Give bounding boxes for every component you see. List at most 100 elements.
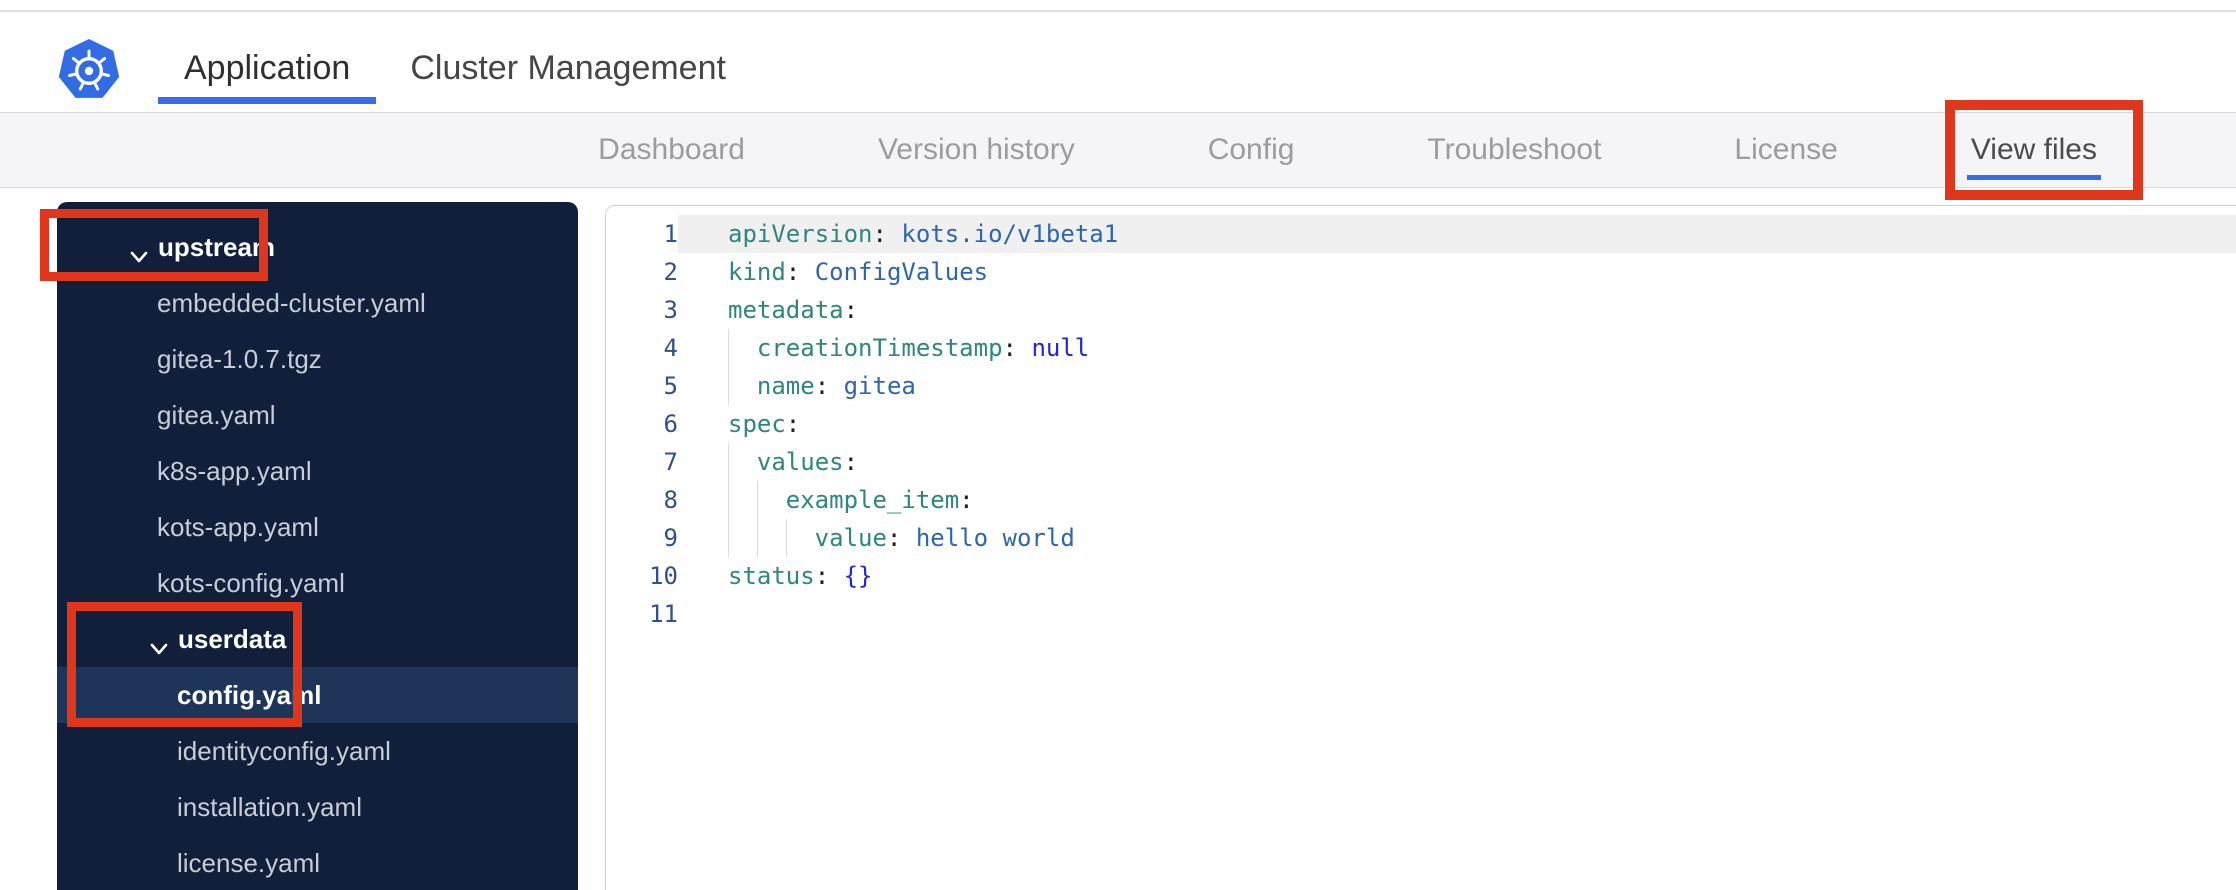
code-line: 6 spec: xyxy=(606,405,2236,443)
code-line: 3 metadata: xyxy=(606,291,2236,329)
line-number: 2 xyxy=(663,258,678,286)
line-number: 4 xyxy=(663,334,678,362)
indent-guide xyxy=(728,519,757,557)
token-punc: : xyxy=(814,372,830,400)
file-label: license.yaml xyxy=(177,847,321,878)
nav-tab-config[interactable]: Config xyxy=(1200,113,1303,187)
nav-tab-license[interactable]: License xyxy=(1726,113,1845,187)
line-content: values: xyxy=(678,443,2236,481)
line-content xyxy=(678,595,2236,633)
token-str: gitea xyxy=(843,372,916,400)
token-key: kind xyxy=(728,258,786,286)
folder-label: upstream xyxy=(158,231,276,262)
file-label: identityconfig.yaml xyxy=(177,735,391,766)
code-line: 1 apiVersion: kots.io/v1beta1 xyxy=(606,215,2236,253)
code-line: 5 name: gitea xyxy=(606,367,2236,405)
file-viewer-panel[interactable]: 1 apiVersion: kots.io/v1beta1 2 kind: Confi… xyxy=(605,205,2236,890)
file-label: gitea-1.0.7.tgz xyxy=(157,343,322,374)
token-str: ConfigValues xyxy=(814,258,989,286)
app-subnav: Dashboard Version history Config Troublesho… xyxy=(0,112,2236,188)
line-number: 1 xyxy=(663,220,678,248)
token-punc: : xyxy=(785,410,801,438)
code-line: 4 creationTimestamp: null xyxy=(606,329,2236,367)
chevron-down-icon xyxy=(129,240,149,263)
token-key: metadata xyxy=(728,296,844,324)
token-punc: : xyxy=(843,296,859,324)
file-label: embedded-cluster.yaml xyxy=(157,287,426,318)
nav-tab-view-files[interactable]: View files xyxy=(1963,113,2105,187)
file-label: gitea.yaml xyxy=(157,399,276,430)
nav-tab-version-history[interactable]: Version history xyxy=(870,113,1083,187)
indent-guide xyxy=(786,519,815,557)
indent-guide xyxy=(728,329,757,367)
code-line: 11 xyxy=(606,595,2236,633)
tree-item-embedded-cluster-yaml[interactable]: embedded-cluster.yaml xyxy=(57,275,578,331)
tree-item-gitea-yaml[interactable]: gitea.yaml xyxy=(57,387,578,443)
line-number: 9 xyxy=(663,524,678,552)
token-key: example_item xyxy=(785,486,960,514)
nav-tab-troubleshoot[interactable]: Troubleshoot xyxy=(1419,113,1609,187)
indent-guide xyxy=(728,443,757,481)
line-content: example_item: xyxy=(678,481,2236,519)
top-bar: Application Cluster Management xyxy=(0,12,2236,112)
tree-item-upstream[interactable]: upstream xyxy=(57,219,578,275)
tree-item-gitea-1-0-7-tgz[interactable]: gitea-1.0.7.tgz xyxy=(57,331,578,387)
code-line: 8 example_item: xyxy=(606,481,2236,519)
tree-item-installation-yaml[interactable]: installation.yaml xyxy=(57,779,578,835)
indent-guide xyxy=(757,519,786,557)
tree-item-userdata[interactable]: userdata xyxy=(57,611,578,667)
token-key: name xyxy=(756,372,815,400)
line-content: kind: ConfigValues xyxy=(678,253,2236,291)
kots-admin-console: Application Cluster Management Dashboard V… xyxy=(0,0,2236,890)
folder-label: userdata xyxy=(178,623,287,654)
token-key: creationTimestamp xyxy=(756,334,1003,362)
line-number: 5 xyxy=(663,372,678,400)
file-label: kots-config.yaml xyxy=(157,567,345,598)
line-number: 6 xyxy=(663,410,678,438)
file-label: installation.yaml xyxy=(177,791,362,822)
line-content: name: gitea xyxy=(678,367,2236,405)
chevron-down-icon xyxy=(149,632,169,655)
line-number: 8 xyxy=(663,486,678,514)
yaml-code: 1 apiVersion: kots.io/v1beta1 2 kind: Confi… xyxy=(606,215,2236,633)
tree-item-kots-app-yaml[interactable]: kots-app.yaml xyxy=(57,499,578,555)
header-tabs: Application Cluster Management xyxy=(158,40,752,104)
header-tab-application[interactable]: Application xyxy=(158,40,377,104)
token-key: value xyxy=(814,524,887,552)
file-label: config.yaml xyxy=(177,679,322,710)
file-label: k8s-app.yaml xyxy=(157,455,312,486)
token-punc: : xyxy=(959,486,974,514)
file-tree-sidebar: upstream embedded-cluster.yaml gitea-1.0.7… xyxy=(57,202,578,890)
token-key: status xyxy=(728,562,815,590)
token-key: spec xyxy=(728,410,786,438)
tree-item-config-yaml[interactable]: config.yaml xyxy=(57,667,578,723)
indent-guide xyxy=(728,367,757,405)
tree-item-license-yaml[interactable]: license.yaml xyxy=(57,835,578,890)
token-punc: : xyxy=(843,448,859,476)
code-line: 9 value: hello world xyxy=(606,519,2236,557)
line-content: spec: xyxy=(678,405,2236,443)
tree-item-kots-config-yaml[interactable]: kots-config.yaml xyxy=(57,555,578,611)
line-content: apiVersion: kots.io/v1beta1 xyxy=(678,215,2236,253)
kubernetes-logo-icon xyxy=(58,38,120,104)
token-str: kots.io/v1beta1 xyxy=(901,220,1119,248)
file-label: kots-app.yaml xyxy=(157,511,319,542)
line-number: 10 xyxy=(649,562,678,590)
line-number: 7 xyxy=(663,448,678,476)
token-kw: {} xyxy=(843,562,873,590)
code-line: 2 kind: ConfigValues xyxy=(606,253,2236,291)
token-str: hello world xyxy=(915,524,1075,552)
code-line: 10 status: {} xyxy=(606,557,2236,595)
tree-item-identityconfig-yaml[interactable]: identityconfig.yaml xyxy=(57,723,578,779)
header-tab-cluster-management[interactable]: Cluster Management xyxy=(384,40,752,104)
nav-tab-dashboard[interactable]: Dashboard xyxy=(590,113,753,187)
line-content: creationTimestamp: null xyxy=(678,329,2236,367)
tree-item-k8s-app-yaml[interactable]: k8s-app.yaml xyxy=(57,443,578,499)
token-punc: : xyxy=(872,220,887,248)
line-content: value: hello world xyxy=(678,519,2236,557)
